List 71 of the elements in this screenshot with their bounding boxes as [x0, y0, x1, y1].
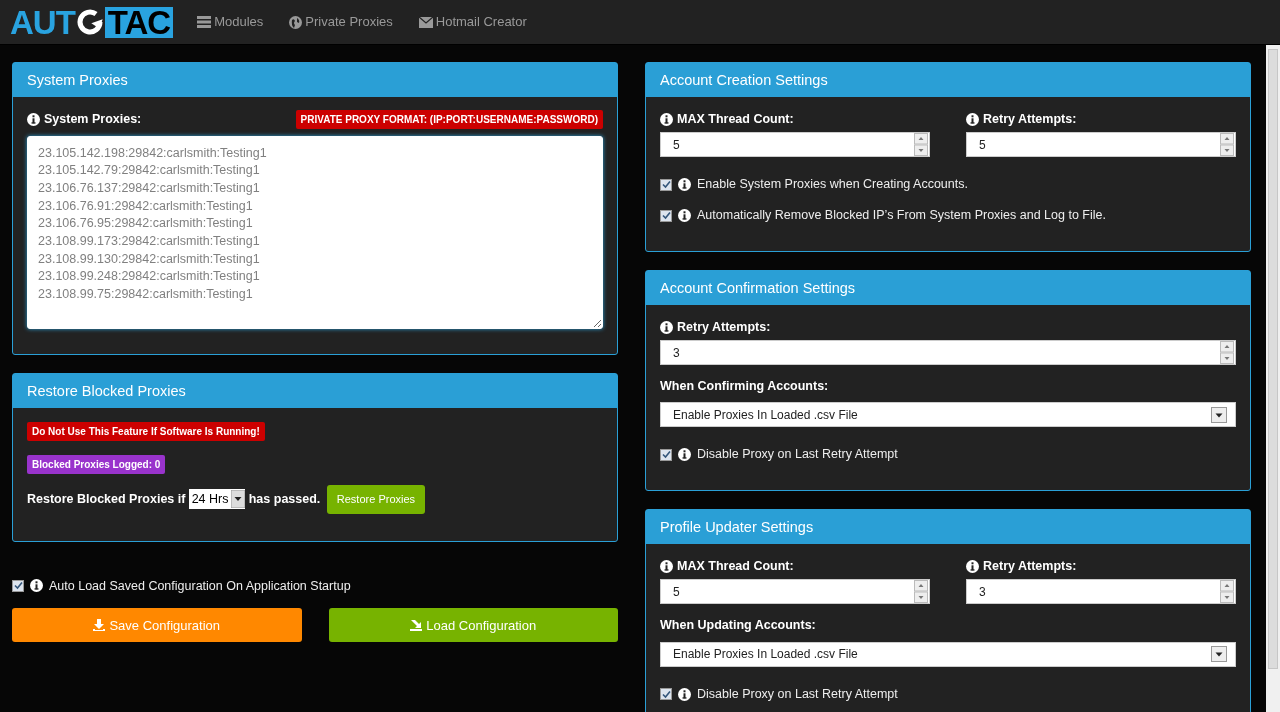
caret-icon[interactable] — [231, 490, 246, 509]
dropdown-select[interactable]: Enable Proxies In Loaded .csv File — [660, 641, 1236, 667]
number-field[interactable]: 5 — [966, 132, 1236, 157]
format-badge: PRIVATE PROXY FORMAT: (IP:PORT:USERNAME:PASSWORD) — [295, 110, 603, 129]
checkbox-label: Automatically Remove Blocked IP’s From System Proxies and Log to File. — [697, 207, 1106, 225]
field-label: Retry Attempts: — [983, 111, 1077, 128]
dropdown-select[interactable]: Enable Proxies In Loaded .csv File — [660, 402, 1236, 428]
interval-select[interactable]: 24 Hrs — [188, 489, 246, 510]
info-icon — [966, 112, 979, 126]
restore-label: has passed. — [248, 490, 321, 508]
info-icon — [27, 113, 40, 126]
panel-title: System Proxies — [13, 63, 617, 97]
logo-text: TAC — [104, 6, 174, 38]
info-icon — [678, 448, 691, 462]
field-value: 5 — [672, 136, 681, 154]
list-icon — [197, 16, 212, 28]
refresh-icon — [74, 7, 105, 37]
panel-title: Profile Updater Settings — [646, 510, 1250, 545]
field-label: Retry Attempts: — [677, 319, 771, 336]
caret-icon[interactable] — [1211, 646, 1227, 662]
logo-text: AUT — [10, 6, 75, 38]
info-icon — [678, 209, 691, 222]
download-icon — [93, 619, 106, 632]
number-field[interactable]: 5 — [660, 132, 930, 157]
checkbox-label: Enable System Proxies when Creating Accounts. — [697, 176, 968, 194]
field-label: MAX Thread Count: — [677, 558, 794, 576]
checkbox-label: Auto Load Saved Configuration On Application Startup — [49, 577, 351, 595]
number-field[interactable]: 3 — [660, 340, 1236, 365]
spinner-icon[interactable] — [914, 580, 928, 604]
status-badge: Do Not Use This Feature If Software Is Running! — [27, 422, 265, 441]
field-value: 5 — [672, 583, 681, 601]
checkbox-label: Disable Proxy on Last Retry Attempt — [697, 685, 898, 703]
field-value: 3 — [672, 344, 681, 362]
panel-title: Account Creation Settings — [646, 63, 1250, 97]
field-label: Retry Attempts: — [983, 558, 1077, 576]
nav-link[interactable]: Hotmail Creator — [418, 12, 527, 32]
checkbox[interactable] — [660, 688, 672, 700]
info-icon — [966, 560, 979, 574]
proxy-textarea[interactable]: 23.105.142.198:29842:carlsmith:Testing1 23.105.142.79:29842:carlsmith:Testing1 23.106.76.137:29842:carlsmith:Testing1 23.106.76.91:29842:carlsmith:Testing1 23.106.76.95:29842:carlsmith:Testing1 23.108.99.173:29842:carlsmith:Testing1 23.108.99.130:29842:carlsmith:Testing1 23.108.99.248:29842:carlsmith:Testing1 23.108.99.75:29842:carlsmith:Testing1 — [27, 135, 603, 329]
checkbox[interactable] — [660, 209, 672, 222]
panel-title: Restore Blocked Proxies — [13, 374, 617, 408]
field-value: 3 — [978, 583, 987, 601]
field-label: System Proxies: — [44, 111, 142, 129]
field-label: When Confirming Accounts: — [660, 378, 829, 395]
status-badge: Blocked Proxies Logged: 0 — [27, 455, 166, 474]
info-icon — [660, 112, 673, 126]
checkbox-label: Disable Proxy on Last Retry Attempt — [697, 446, 898, 464]
number-field[interactable]: 3 — [966, 579, 1236, 605]
nav-link[interactable]: Private Proxies — [289, 12, 393, 32]
checkbox[interactable] — [660, 178, 672, 191]
spinner-icon[interactable] — [1220, 341, 1234, 364]
checkbox[interactable] — [660, 448, 672, 461]
nav-link[interactable]: Modules — [197, 12, 264, 32]
field-label: When Updating Accounts: — [660, 617, 816, 635]
info-icon — [660, 560, 673, 574]
checkbox[interactable] — [12, 579, 24, 592]
field-value: 5 — [978, 136, 987, 154]
spinner-icon[interactable] — [914, 133, 928, 156]
field-label: MAX Thread Count: — [677, 111, 794, 128]
panel-title: Account Confirmation Settings — [646, 271, 1250, 305]
info-icon — [678, 178, 691, 191]
caret-icon[interactable] — [1211, 406, 1227, 423]
spinner-icon[interactable] — [1220, 580, 1234, 604]
info-icon — [30, 579, 43, 593]
info-icon — [660, 320, 673, 334]
info-icon — [678, 687, 691, 701]
spinner-icon[interactable] — [1220, 133, 1234, 156]
envelope-icon — [418, 16, 433, 28]
number-field[interactable]: 5 — [660, 579, 930, 605]
restore-label: Restore Blocked Proxies if — [27, 490, 186, 508]
scrollbar[interactable] — [1266, 45, 1280, 712]
